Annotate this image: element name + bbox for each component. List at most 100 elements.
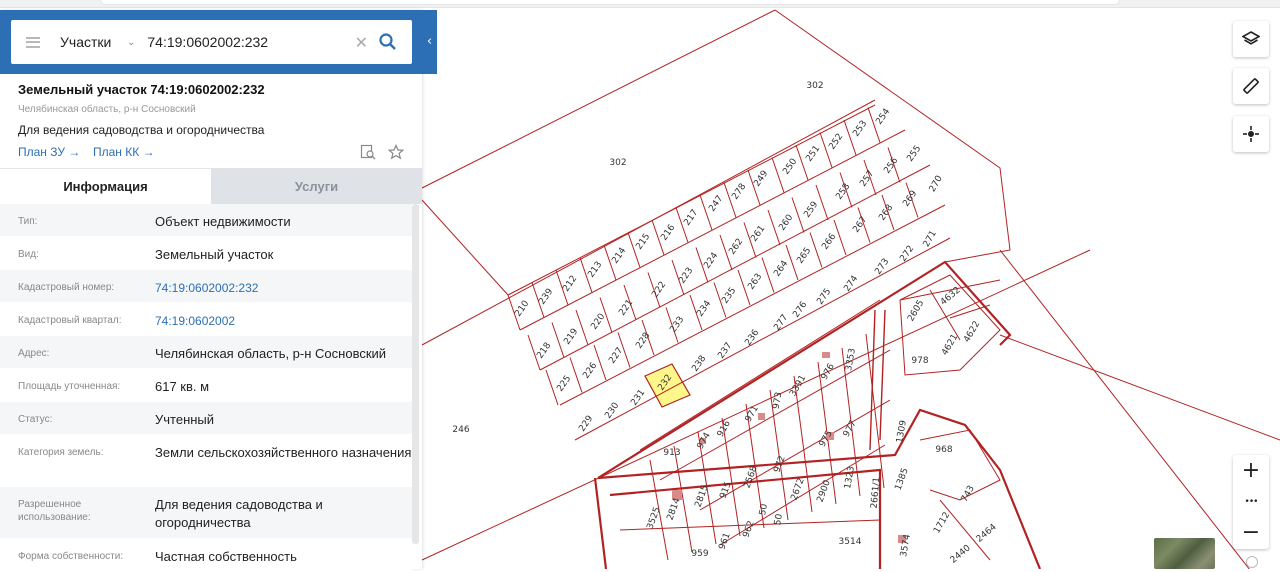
- parcel-number-label: 230: [603, 401, 621, 421]
- zoom-controls: + ••• −: [1233, 455, 1269, 549]
- parcel-number-label: 250: [781, 157, 799, 177]
- info-row-address: Адрес: Челябинская область, р-н Сосновски…: [0, 336, 412, 369]
- parcel-number-label: 2440: [949, 543, 973, 566]
- parcel-number-label: 268: [877, 203, 895, 223]
- parcel-number-label: 231: [629, 388, 647, 408]
- parcel-number-label: 235: [720, 286, 738, 306]
- search-icon[interactable]: [378, 32, 398, 52]
- parcel-number-label: 2464: [975, 522, 999, 545]
- parcel-number-label: 962: [741, 520, 756, 540]
- panel-tabs: Информация Услуги: [0, 168, 422, 204]
- info-row-status: Статус: Учтенный: [0, 402, 412, 435]
- chevron-down-icon[interactable]: ⌄: [127, 37, 135, 48]
- cadastral-quarter-link[interactable]: 74:19:0602002: [155, 303, 412, 335]
- info-value: Для ведения садоводства и огородничества: [155, 497, 323, 530]
- parcel-number-label: 251: [804, 144, 822, 164]
- parcel-number-label: 2605: [906, 299, 926, 324]
- parcel-number-label: 236: [743, 328, 761, 348]
- parcel-number-label: 215: [634, 232, 652, 252]
- boundary-line: [421, 199, 509, 296]
- info-row-area: Площадь уточненная: 617 кв. м: [0, 369, 412, 402]
- search-header: Участки ⌄ 74:19:0602002:232 ✕ ‹: [0, 10, 437, 74]
- parcel-number-label: 50: [773, 513, 785, 526]
- parcel-divider: [699, 194, 713, 231]
- parcel-number-label: 1712: [932, 511, 952, 536]
- parcel-number-label: 1385: [894, 467, 911, 492]
- parcel-divider: [809, 232, 823, 268]
- parcel-number-label: 1309: [895, 419, 909, 444]
- parcel-number-label: 2814: [666, 497, 683, 522]
- parcel-number-label: 212: [561, 274, 579, 294]
- parcel-number-label: 271: [922, 229, 939, 249]
- layers-icon: [1242, 31, 1260, 45]
- panel-scrollbar[interactable]: [412, 204, 419, 544]
- parcel-divider: [867, 107, 881, 143]
- card-actions: [360, 144, 405, 165]
- parcel-number-label: 50: [758, 503, 770, 516]
- parcel-number-label: 2672: [790, 477, 807, 502]
- parcel-number-label: 3514: [839, 537, 862, 547]
- parcel-boundary: [919, 429, 1001, 501]
- parcel-number-label: 217: [682, 208, 700, 228]
- compass-icon[interactable]: [1246, 556, 1258, 568]
- cadastral-number-link[interactable]: 74:19:0602002:232: [155, 270, 412, 302]
- parcel-number-label: 265: [795, 246, 813, 266]
- parcel-number-label: 278: [730, 182, 748, 202]
- parcel-number-label: 252: [827, 132, 845, 152]
- locate-button[interactable]: [1233, 116, 1269, 152]
- info-key: Кадастровый квартал:: [18, 315, 122, 326]
- parcel-number-label: 216: [659, 223, 677, 243]
- zoom-in-button[interactable]: +: [1233, 455, 1269, 486]
- more-options-button[interactable]: •••: [1233, 486, 1269, 517]
- menu-icon[interactable]: [26, 36, 40, 48]
- star-icon[interactable]: [387, 144, 405, 165]
- ruler-button[interactable]: [1233, 68, 1269, 104]
- parcel-number-label: 262: [727, 237, 745, 257]
- plan-kk-link[interactable]: План КК →: [93, 145, 155, 159]
- parcel-number-label: 270: [928, 174, 945, 194]
- search-input[interactable]: 74:19:0602002:232: [147, 34, 354, 50]
- tab-services[interactable]: Услуги: [211, 168, 422, 204]
- plan-zu-link[interactable]: План ЗУ →: [18, 145, 80, 159]
- info-key: Тип:: [18, 216, 38, 227]
- plot-purpose: Для ведения садоводства и огородничества: [18, 123, 265, 137]
- parcel-number-label: 227: [607, 346, 625, 366]
- parcel-number-label: 226: [581, 361, 599, 381]
- layers-button[interactable]: [1233, 21, 1269, 57]
- parcel-number-label: 269: [901, 189, 919, 209]
- parcel-number-label: 234: [695, 299, 713, 319]
- satellite-basemap-toggle[interactable]: [1154, 538, 1215, 569]
- info-panel: Участки ⌄ 74:19:0602002:232 ✕ ‹ Земельны…: [0, 10, 437, 572]
- parcel-number-label: 255: [905, 144, 923, 164]
- road-boundary: [879, 309, 886, 441]
- parcel-number-label: 274: [842, 274, 860, 294]
- road-boundary: [593, 477, 608, 569]
- parcel-number-label: 258: [834, 182, 852, 202]
- parcel-number-label: 247: [707, 194, 725, 214]
- parcel-number-label: 256: [882, 156, 900, 176]
- parcel-number-label: 263: [746, 272, 764, 292]
- info-value: Челябинская область, р-н Сосновский: [155, 346, 387, 361]
- clear-icon[interactable]: ✕: [355, 33, 368, 52]
- parcel-number-label: 225: [555, 374, 573, 394]
- parcel-number-label: 3353: [844, 348, 858, 372]
- parcel-row-boundary: [519, 129, 906, 331]
- info-key: Адрес:: [18, 348, 50, 359]
- parcel-number-label: 249: [752, 169, 770, 189]
- parcel-number-label: 260: [777, 213, 795, 233]
- info-value: 617 кв. м: [155, 379, 210, 394]
- tab-information[interactable]: Информация: [0, 168, 211, 204]
- parcel-number-label: 959: [691, 549, 708, 559]
- parcel-number-label: 273: [873, 257, 891, 277]
- info-key: Вид:: [18, 249, 39, 260]
- parcel-number-label: 254: [874, 107, 892, 127]
- collapse-panel-icon[interactable]: ‹: [422, 32, 437, 52]
- layer-select[interactable]: Участки: [60, 34, 120, 50]
- document-search-icon[interactable]: [360, 144, 376, 165]
- parcel-number-label: 257: [858, 169, 876, 189]
- zoom-out-button[interactable]: −: [1233, 517, 1269, 548]
- parcel-divider: [843, 119, 857, 156]
- parcel-row-boundary: [574, 237, 951, 441]
- parcel-number-label: 259: [802, 200, 820, 220]
- road-boundary: [869, 309, 876, 451]
